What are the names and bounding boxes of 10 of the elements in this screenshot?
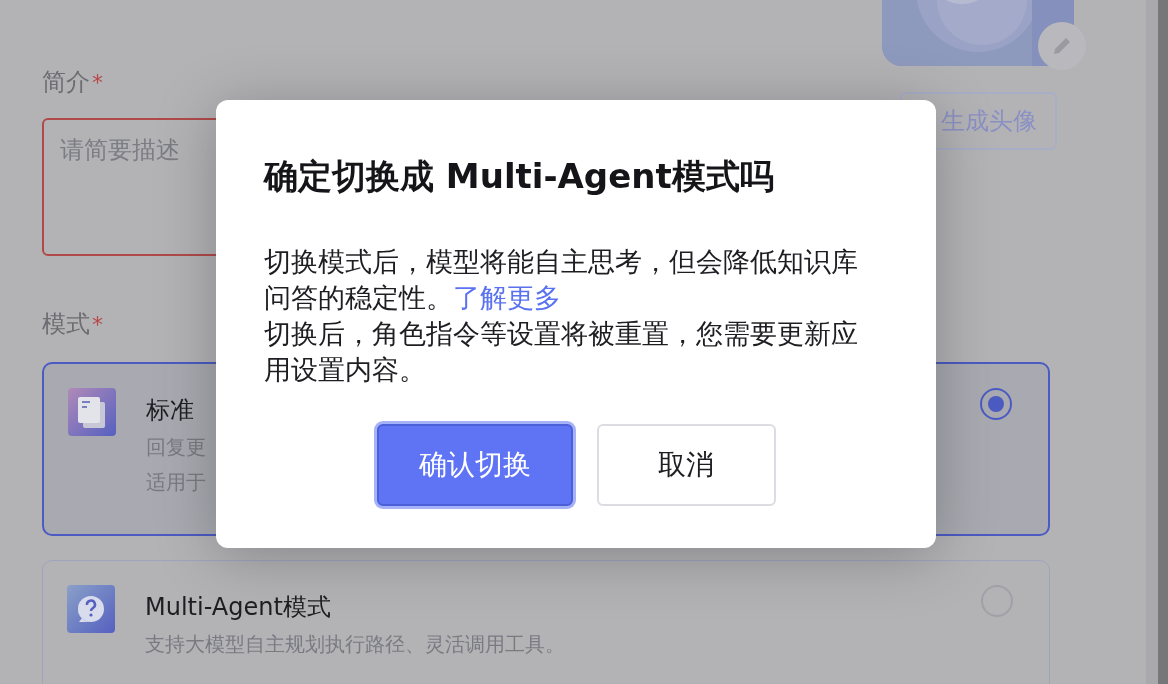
mode-title: 标准 [146,395,195,426]
required-mark: * [92,70,103,95]
field-label: 模式 [42,309,90,340]
mode-description: 支持大模型自主规划执行路径、灵活调用工具。 [145,631,565,658]
mode-title: Multi-Agent模式 [145,592,332,623]
dialog-message: 切换模式后，模型将能自主思考，但会降低知识库问答的稳定性。了解更多 [264,245,859,315]
required-mark: * [92,312,103,337]
field-label: 简介 [42,67,90,98]
dialog-title: 确定切换成 Multi-Agent模式吗 [264,155,775,198]
dialog-message: 切换后，角色指令等设置将被重置，您需要更新应用设置内容。 [264,317,859,387]
